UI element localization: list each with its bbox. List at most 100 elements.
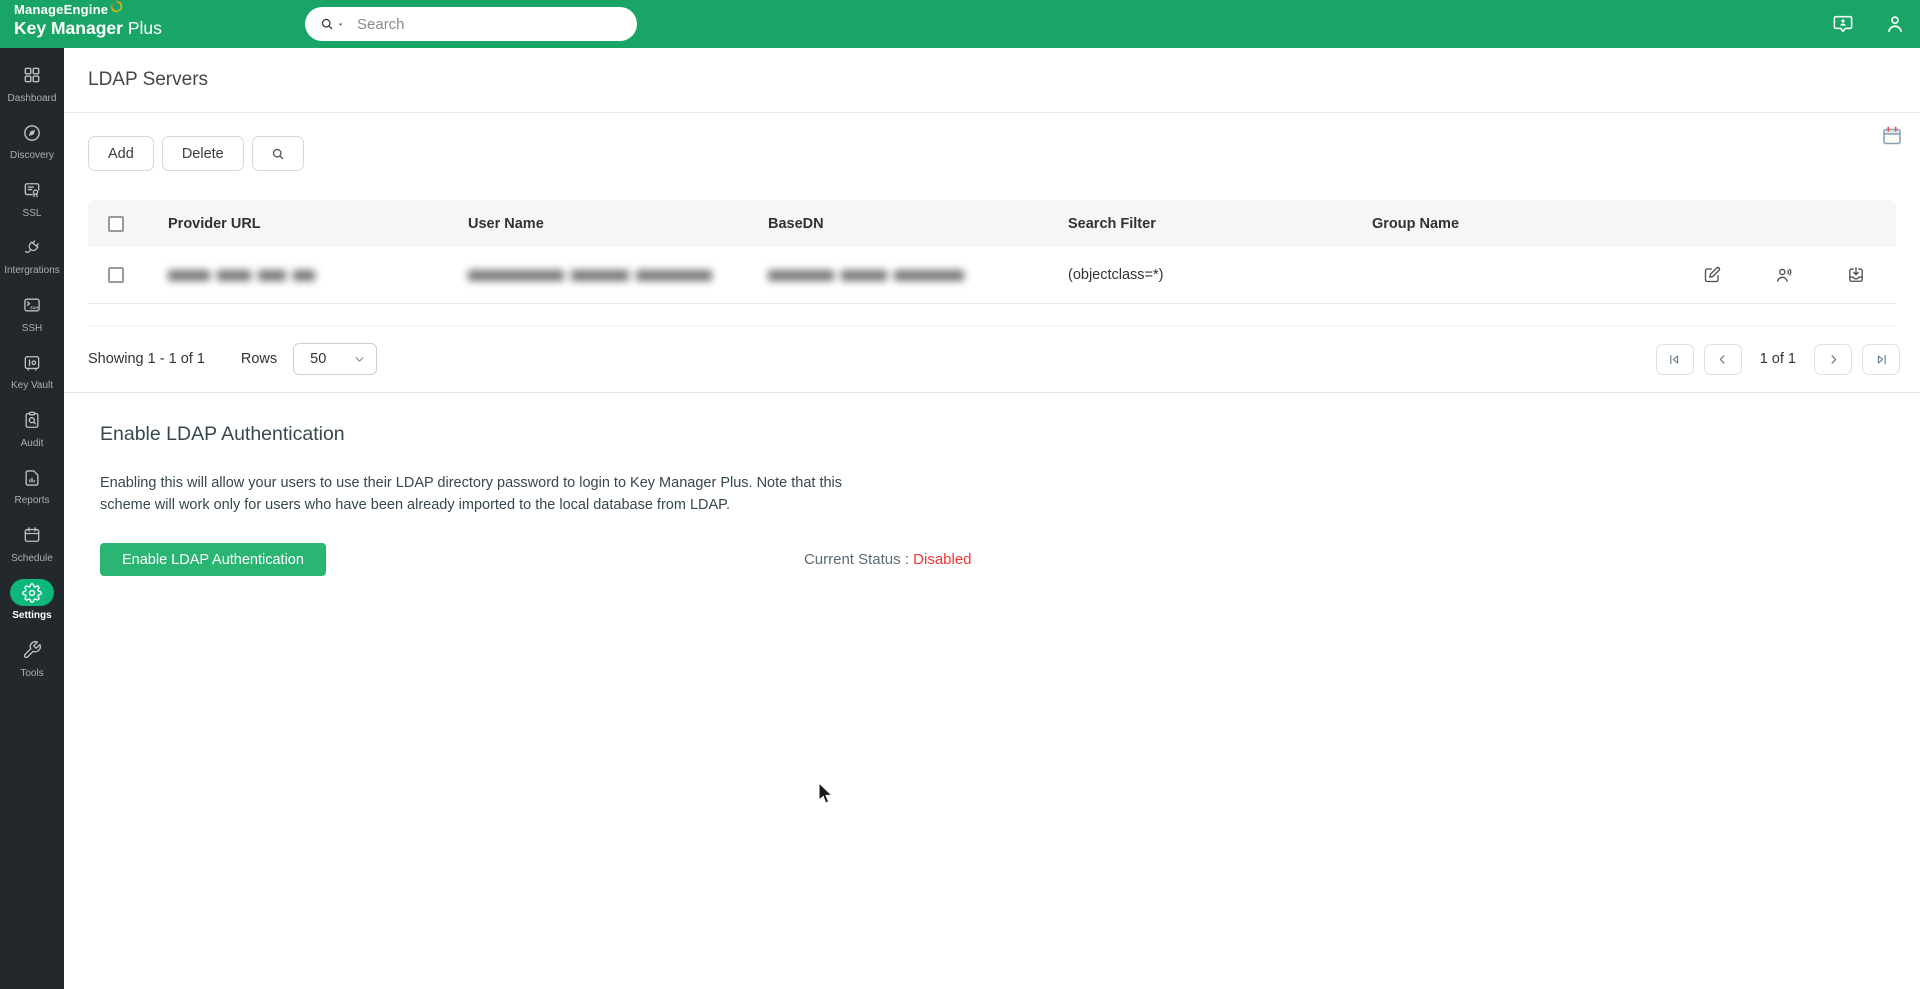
vault-icon [10,349,54,376]
manageengine-swirl-icon [110,0,123,13]
sidebar-item-label: SSH [21,322,43,334]
plug-icon [10,234,54,261]
sidebar-item-label: Key Vault [10,380,54,392]
global-search[interactable] [305,7,637,41]
sidebar-item-key-vault[interactable]: Key Vault [0,342,64,400]
enable-ldap-auth-button[interactable]: Enable LDAP Authentication [100,543,326,576]
sidebar-item-discovery[interactable]: Discovery [0,112,64,170]
search-icon [270,146,286,162]
pager-controls: 1 of 1 [1655,343,1900,375]
app-logo[interactable]: ManageEngine Key Manager Plus [14,0,162,38]
first-page-icon [1667,352,1682,367]
column-header-search-filter: Search Filter [1068,215,1156,232]
delete-button[interactable]: Delete [161,136,244,171]
import-icon[interactable] [1846,265,1866,285]
sidebar-item-dashboard[interactable]: Dashboard [0,54,64,112]
sidebar-item-label: Dashboard [7,92,57,104]
ldap-auth-section: Enable LDAP Authentication Enabling this… [64,393,1920,576]
cell-group-name-and-actions [1372,265,1896,285]
prev-page-icon [1715,352,1730,367]
cell-search-filter: (objectclass=*) [1068,267,1164,283]
users-icon[interactable] [1774,265,1794,285]
account-icon[interactable] [1884,13,1906,35]
rows-label: Rows [240,351,278,367]
status-badge: Disabled [913,551,972,568]
grid-icon [10,62,54,89]
header-actions [1832,0,1906,48]
report-icon [10,464,54,491]
sidebar-item-label: Settings [12,610,52,622]
sidebar-item-label: Schedule [11,552,53,564]
last-page-button[interactable] [1862,343,1900,375]
sidebar-item-label: Intergrations [4,265,60,277]
rows-per-page-select[interactable]: 50 [293,343,378,375]
tools-icon [10,637,54,664]
certificate-icon [10,177,54,204]
header-checkbox-cell [88,215,168,232]
rows-per-page-value: 50 [310,351,327,367]
column-header-basedn: BaseDN [768,215,824,232]
edit-icon[interactable] [1702,265,1722,285]
app-header: ManageEngine Key Manager Plus [0,0,1920,48]
sidebar-item-ssl[interactable]: SSL [0,169,64,227]
cell-basedn-redacted [768,269,1068,281]
table-toolbar: Add Delete [88,136,1920,171]
sidebar-item-label: SSL [22,207,42,219]
brand-line1: ManageEngine [14,0,162,18]
select-all-checkbox[interactable] [108,215,124,232]
next-page-icon [1826,352,1841,367]
search-input[interactable] [357,15,625,33]
sidebar-item-intergrations[interactable]: Intergrations [0,227,64,285]
last-page-icon [1874,352,1889,367]
ldap-servers-table: Provider URL User Name BaseDN Search Filter… [88,200,1896,326]
feedback-icon[interactable] [1832,13,1854,35]
add-button[interactable]: Add [88,136,154,171]
ldap-auth-description: Enabling this will allow your users to u… [100,475,843,513]
sidebar-item-label: Tools [20,667,44,679]
table-row[interactable]: (objectclass=*) [88,247,1896,304]
audit-icon [10,407,54,434]
column-header-provider-url: Provider URL [168,215,261,232]
sidebar-item-label: Reports [14,495,50,507]
sidebar-item-ssh[interactable]: SSH [0,284,64,342]
gear-icon [10,579,54,607]
page-indicator: 1 of 1 [1759,351,1796,367]
sidebar-item-settings[interactable]: Settings [0,572,64,630]
status-label: Current Status : [803,551,909,568]
column-header-group-name: Group Name [1372,215,1460,232]
table-search-button[interactable] [251,136,304,171]
sidebar-item-tools[interactable]: Tools [0,629,64,687]
chevron-down-icon [353,353,366,366]
search-icon [319,16,335,32]
prev-page-button[interactable] [1703,343,1742,375]
row-checkbox-cell [88,267,168,283]
row-actions [1702,265,1866,285]
cell-user-name-redacted [468,269,768,281]
calendar-icon [10,522,54,549]
sidebar-item-audit[interactable]: Audit [0,399,64,457]
compass-icon [10,119,54,146]
current-status: Current Status : Disabled [804,551,972,568]
row-checkbox[interactable] [108,267,124,283]
search-scope-caret-icon[interactable] [336,20,345,29]
page-title-row: LDAP Servers [64,48,1920,113]
showing-count: Showing 1 - 1 of 1 [88,351,205,367]
table-footer-spacer [88,304,1896,326]
first-page-button[interactable] [1655,343,1694,375]
sidebar-item-reports[interactable]: Reports [0,457,64,515]
table-header-row: Provider URL User Name BaseDN Search Filter… [88,200,1896,247]
pagination-bar: Showing 1 - 1 of 1 Rows 50 1 of 1 [88,326,1900,392]
sidebar-nav: Dashboard Discovery SSL Intergrations SS… [0,48,64,989]
terminal-icon [10,292,54,319]
page-title: LDAP Servers [88,69,209,90]
cell-provider-url-redacted [168,269,468,281]
ldap-auth-heading: Enable LDAP Authentication [100,423,345,445]
sidebar-item-label: Audit [20,437,44,449]
schedule-calendar-icon[interactable] [1880,124,1904,148]
ldap-auth-actions: Enable LDAP Authentication Current Statu… [100,543,1920,576]
main-content: LDAP Servers Add Delete Provider URL User… [64,48,1920,989]
brand-line2: Key Manager Plus [14,17,162,38]
next-page-button[interactable] [1814,343,1852,375]
sidebar-item-schedule[interactable]: Schedule [0,514,64,572]
column-header-user-name: User Name [468,215,544,232]
